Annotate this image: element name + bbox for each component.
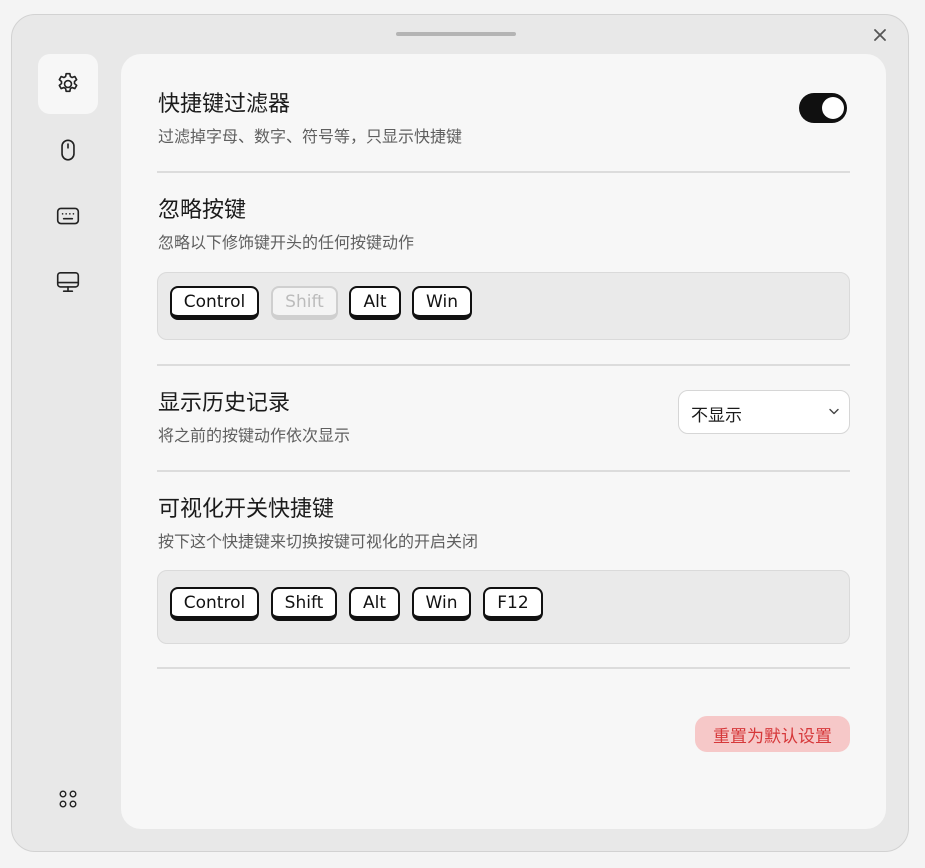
gear-icon: [58, 72, 78, 93]
shortcut-filter-title: 快捷键过滤器: [158, 92, 291, 117]
key-shift[interactable]: Shift: [271, 286, 338, 320]
toggle-knob: [822, 97, 844, 119]
keyboard-icon: [56, 207, 80, 225]
shortcut-filter-description: 过滤掉字母、数字、符号等，只显示快捷键: [158, 127, 463, 146]
ignore-keys-box: Control Shift Alt Win: [157, 272, 850, 340]
divider: [157, 667, 850, 669]
settings-window: 快捷键过滤器 过滤掉字母、数字、符号等，只显示快捷键 忽略按键 忽略以下修饰键开…: [11, 14, 909, 852]
divider: [157, 470, 850, 472]
divider: [157, 364, 850, 366]
monitor-icon: [56, 271, 80, 293]
history-dropdown[interactable]: 不显示: [678, 390, 850, 434]
sidebar-item-apps[interactable]: [38, 769, 98, 829]
history-dropdown-value: 不显示: [691, 406, 742, 426]
toggle-shortcut-title: 可视化开关快捷键: [158, 497, 335, 522]
key-alt[interactable]: Alt: [349, 286, 401, 320]
shortcut-key-win: Win: [412, 587, 471, 621]
shortcut-key-control: Control: [170, 587, 259, 621]
sidebar-item-display[interactable]: [38, 252, 98, 312]
reset-defaults-button[interactable]: 重置为默认设置: [695, 716, 850, 752]
drag-handle[interactable]: [396, 32, 516, 36]
shortcut-key-shift: Shift: [271, 587, 337, 621]
close-icon: [874, 29, 886, 41]
sidebar-item-keyboard[interactable]: [38, 186, 98, 246]
settings-panel: 快捷键过滤器 过滤掉字母、数字、符号等，只显示快捷键 忽略按键 忽略以下修饰键开…: [121, 54, 886, 829]
apps-icon: [59, 790, 77, 808]
key-control[interactable]: Control: [170, 286, 259, 320]
history-title: 显示历史记录: [158, 391, 291, 416]
sidebar-item-general[interactable]: [38, 54, 98, 114]
chevron-down-icon: [829, 408, 839, 415]
ignore-keys-description: 忽略以下修饰键开头的任何按键动作: [158, 233, 415, 252]
toggle-shortcut-description: 按下这个快捷键来切换按键可视化的开启关闭: [158, 532, 479, 551]
sidebar-item-mouse[interactable]: [38, 120, 98, 180]
toggle-shortcut-box[interactable]: Control Shift Alt Win F12: [157, 570, 850, 644]
divider: [157, 171, 850, 173]
key-win[interactable]: Win: [412, 286, 472, 320]
mouse-icon: [61, 139, 75, 161]
shortcut-key-f12: F12: [483, 587, 543, 621]
ignore-keys-title: 忽略按键: [158, 198, 247, 223]
shortcut-filter-toggle[interactable]: [799, 93, 847, 123]
shortcut-key-alt: Alt: [349, 587, 400, 621]
close-button[interactable]: [870, 25, 890, 45]
history-description: 将之前的按键动作依次显示: [158, 426, 351, 445]
